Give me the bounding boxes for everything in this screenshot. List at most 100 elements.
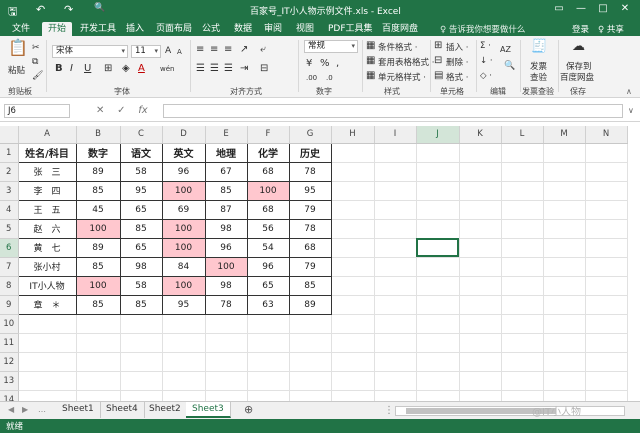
cell-F8[interactable]: 65 xyxy=(246,275,290,296)
row-header[interactable]: 3 xyxy=(0,181,19,201)
cell-B12[interactable] xyxy=(76,352,121,372)
cell-H10[interactable] xyxy=(331,314,375,334)
column-header[interactable]: N xyxy=(585,126,628,144)
row-header[interactable]: 5 xyxy=(0,219,19,239)
cell-L9[interactable] xyxy=(501,295,544,315)
align-top-icon[interactable]: ≡ xyxy=(196,44,204,56)
cell-E13[interactable] xyxy=(205,371,248,391)
cell-D1[interactable]: 英文 xyxy=(161,142,206,163)
cell-B4[interactable]: 45 xyxy=(75,199,121,220)
cell-D13[interactable] xyxy=(162,371,206,391)
cell-B1[interactable]: 数字 xyxy=(75,142,121,163)
cell-G5[interactable]: 78 xyxy=(288,218,332,239)
merge-center-icon[interactable]: ⊟ xyxy=(260,63,268,75)
cell-C12[interactable] xyxy=(120,352,163,372)
column-header[interactable]: F xyxy=(247,126,290,144)
cell-M1[interactable] xyxy=(543,143,586,163)
cell-G2[interactable]: 78 xyxy=(288,161,332,182)
tab-file[interactable]: 文件 xyxy=(6,22,36,36)
cell-H3[interactable] xyxy=(331,181,375,201)
more-sheets-icon[interactable]: … xyxy=(38,405,46,414)
cell-J9[interactable] xyxy=(416,295,460,315)
cell-I13[interactable] xyxy=(374,371,417,391)
cell-J2[interactable] xyxy=(416,162,460,182)
cell-I5[interactable] xyxy=(374,219,417,239)
cell-D8[interactable]: 100 xyxy=(161,275,206,296)
cell-A8[interactable]: IT小人物 xyxy=(17,275,77,296)
cell-I8[interactable] xyxy=(374,276,417,296)
name-box[interactable]: J6 xyxy=(4,104,70,118)
cell-F6[interactable]: 54 xyxy=(246,237,290,258)
row-header[interactable]: 9 xyxy=(0,295,19,315)
cell-E8[interactable]: 98 xyxy=(204,275,248,296)
cell-A4[interactable]: 王 五 xyxy=(17,199,77,220)
cell-G13[interactable] xyxy=(289,371,332,391)
cell-D2[interactable]: 96 xyxy=(161,161,206,182)
align-left-icon[interactable]: ☰ xyxy=(196,63,205,75)
cell-J8[interactable] xyxy=(416,276,460,296)
add-sheet-icon[interactable]: ⊕ xyxy=(244,403,253,416)
row-header[interactable]: 10 xyxy=(0,314,19,334)
increase-decimal-button[interactable]: .00 xyxy=(306,72,317,84)
sheet-tab-sheet3[interactable]: Sheet3 xyxy=(186,402,231,418)
underline-button[interactable]: U xyxy=(84,63,91,75)
cell-F5[interactable]: 56 xyxy=(246,218,290,239)
cell-C6[interactable]: 65 xyxy=(119,237,163,258)
cell-L12[interactable] xyxy=(501,352,544,372)
format-painter-icon[interactable]: 🖌 xyxy=(32,70,43,82)
cell-I10[interactable] xyxy=(374,314,417,334)
paste-icon[interactable]: 📋 xyxy=(8,40,28,56)
cancel-icon[interactable]: ✕ xyxy=(96,105,104,116)
cell-G6[interactable]: 68 xyxy=(288,237,332,258)
cell-I4[interactable] xyxy=(374,200,417,220)
cell-H7[interactable] xyxy=(331,257,375,277)
cell-F9[interactable]: 63 xyxy=(246,294,290,315)
expand-formula-bar-icon[interactable]: ∨ xyxy=(628,105,634,117)
cell-D12[interactable] xyxy=(162,352,206,372)
cell-N2[interactable] xyxy=(585,162,628,182)
tab-developer[interactable]: 开发工具 xyxy=(74,22,122,36)
tab-page-layout[interactable]: 页面布局 xyxy=(150,22,198,36)
cell-A2[interactable]: 张 三 xyxy=(17,161,77,182)
undo-icon[interactable]: ↶ xyxy=(36,3,45,16)
login-link[interactable]: 登录 xyxy=(572,23,589,35)
cell-M5[interactable] xyxy=(543,219,586,239)
bold-button[interactable]: B xyxy=(55,63,63,75)
cell-C9[interactable]: 85 xyxy=(119,294,163,315)
cell-F2[interactable]: 68 xyxy=(246,161,290,182)
cell-K2[interactable] xyxy=(459,162,502,182)
cell-B11[interactable] xyxy=(76,333,121,353)
collapse-ribbon-icon[interactable]: ∧ xyxy=(626,86,632,98)
column-header[interactable]: M xyxy=(543,126,586,144)
sheet-tab-sheet2[interactable]: Sheet2 xyxy=(143,402,188,418)
tab-formulas[interactable]: 公式 xyxy=(196,22,226,36)
align-middle-icon[interactable]: ≡ xyxy=(210,44,218,56)
cell-E3[interactable]: 85 xyxy=(204,180,248,201)
cell-G7[interactable]: 79 xyxy=(288,256,332,277)
cell-K11[interactable] xyxy=(459,333,502,353)
cell-F3[interactable]: 100 xyxy=(246,180,290,201)
conditional-format-button[interactable]: 条件格式 · xyxy=(378,41,417,53)
cell-A13[interactable] xyxy=(18,371,77,391)
cell-I11[interactable] xyxy=(374,333,417,353)
select-all-corner[interactable] xyxy=(0,126,19,144)
cell-K12[interactable] xyxy=(459,352,502,372)
cell-C5[interactable]: 85 xyxy=(119,218,163,239)
cell-A10[interactable] xyxy=(18,314,77,334)
row-header[interactable]: 7 xyxy=(0,257,19,277)
cell-L8[interactable] xyxy=(501,276,544,296)
column-header[interactable]: A xyxy=(18,126,77,144)
cell-J6[interactable] xyxy=(416,238,460,258)
cell-E10[interactable] xyxy=(205,314,248,334)
cell-C1[interactable]: 语文 xyxy=(119,142,163,163)
cell-G12[interactable] xyxy=(289,352,332,372)
find-select-icon[interactable]: 🔍 xyxy=(504,60,515,72)
cell-styles-button[interactable]: 单元格样式 · xyxy=(378,71,426,83)
column-header[interactable]: L xyxy=(501,126,544,144)
formula-input[interactable] xyxy=(163,104,623,118)
column-header[interactable]: D xyxy=(162,126,206,144)
cell-M12[interactable] xyxy=(543,352,586,372)
tab-data[interactable]: 数据 xyxy=(228,22,258,36)
cell-E7[interactable]: 100 xyxy=(204,256,248,277)
cell-N3[interactable] xyxy=(585,181,628,201)
